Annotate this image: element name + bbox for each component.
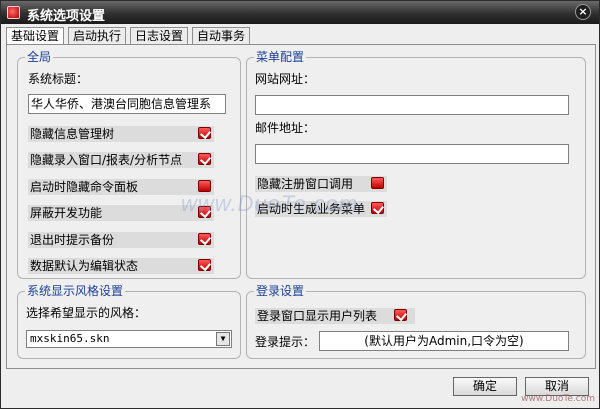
email-input[interactable] — [255, 144, 569, 164]
default-edit-state-checkbox[interactable] — [198, 259, 211, 271]
chevron-down-icon[interactable]: ▼ — [216, 332, 230, 346]
option-row-hide-register[interactable]: 隐藏注册窗口调用 — [255, 176, 387, 192]
corner-watermark: www.DuoTe.com — [521, 394, 595, 404]
option-label: 屏蔽开发功能 — [30, 206, 103, 220]
generate-menu-checkbox[interactable] — [371, 202, 384, 214]
tab-basic-settings[interactable]: 基础设置 — [6, 27, 64, 45]
global-panel: 全局 系统标题： 华人华侨、港澳台同胞信息管理系 隐藏信息管理树 隐藏录入窗口/… — [17, 50, 241, 279]
option-label: 隐藏信息管理树 — [30, 127, 115, 141]
close-button[interactable]: × — [575, 4, 591, 20]
option-label: 数据默认为编辑状态 — [30, 259, 139, 273]
global-legend: 全局 — [25, 50, 54, 64]
watermark-text: www.DuoTe.com — [181, 191, 359, 216]
login-hint-input[interactable]: (默认用户为Admin,口令为空) — [319, 331, 569, 351]
system-title-input[interactable]: 华人华侨、港澳台同胞信息管理系 — [28, 94, 226, 114]
backup-prompt-checkbox[interactable] — [198, 233, 211, 245]
menu-config-panel: 菜单配置 网站网址： 邮件地址： 隐藏注册窗口调用 启动时生成业务菜单 — [246, 50, 586, 279]
tab-startup-execution[interactable]: 启动执行 — [68, 27, 126, 44]
option-label: 隐藏注册窗口调用 — [257, 177, 354, 191]
hide-info-tree-checkbox[interactable] — [198, 127, 211, 139]
option-row-show-user-list[interactable]: 登录窗口显示用户列表 — [255, 308, 415, 324]
hide-register-checkbox[interactable] — [371, 177, 384, 189]
title-bar[interactable]: 系统选项设置 × — [1, 1, 599, 24]
option-label: 退出时提示备份 — [30, 233, 115, 247]
ok-button[interactable]: 确定 — [453, 377, 517, 396]
email-label: 邮件地址： — [255, 121, 316, 135]
window-title: 系统选项设置 — [27, 9, 106, 24]
hide-entry-nodes-checkbox[interactable] — [198, 153, 211, 165]
login-panel: 登录设置 登录窗口显示用户列表 登录提示： (默认用户为Admin,口令为空) — [246, 284, 586, 359]
website-label: 网站网址： — [255, 72, 316, 86]
system-title-label: 系统标题： — [28, 72, 89, 86]
tab-auto-tasks[interactable]: 自动事务 — [192, 27, 250, 44]
show-user-list-checkbox[interactable] — [394, 309, 407, 321]
option-row-backup-prompt[interactable]: 退出时提示备份 — [28, 232, 214, 248]
system-options-dialog: 系统选项设置 × 基础设置 启动执行 日志设置 自动事务 全局 系统标题： 华人… — [0, 0, 600, 409]
option-row-hide-info-tree[interactable]: 隐藏信息管理树 — [28, 126, 214, 142]
option-row-default-edit-state[interactable]: 数据默认为编辑状态 — [28, 258, 214, 274]
login-legend: 登录设置 — [254, 284, 307, 298]
option-label: 隐藏录入窗口/报表/分析节点 — [30, 153, 183, 167]
option-label: 启动时隐藏命令面板 — [30, 180, 139, 194]
app-icon — [7, 6, 20, 19]
tab-log-settings[interactable]: 日志设置 — [130, 27, 188, 44]
login-hint-label: 登录提示： — [255, 335, 316, 349]
skin-select-value: mxskin65.skn — [30, 332, 110, 345]
skin-select[interactable]: mxskin65.skn ▼ — [26, 330, 232, 348]
option-row-hide-entry-nodes[interactable]: 隐藏录入窗口/报表/分析节点 — [28, 152, 214, 168]
skin-legend: 系统显示风格设置 — [25, 284, 126, 298]
choose-skin-label: 选择希望显示的风格： — [26, 306, 147, 320]
menu-config-legend: 菜单配置 — [254, 50, 307, 64]
website-input[interactable] — [255, 95, 569, 115]
option-label: 登录窗口显示用户列表 — [257, 309, 378, 323]
skin-panel: 系统显示风格设置 选择希望显示的风格： mxskin65.skn ▼ — [17, 284, 241, 359]
